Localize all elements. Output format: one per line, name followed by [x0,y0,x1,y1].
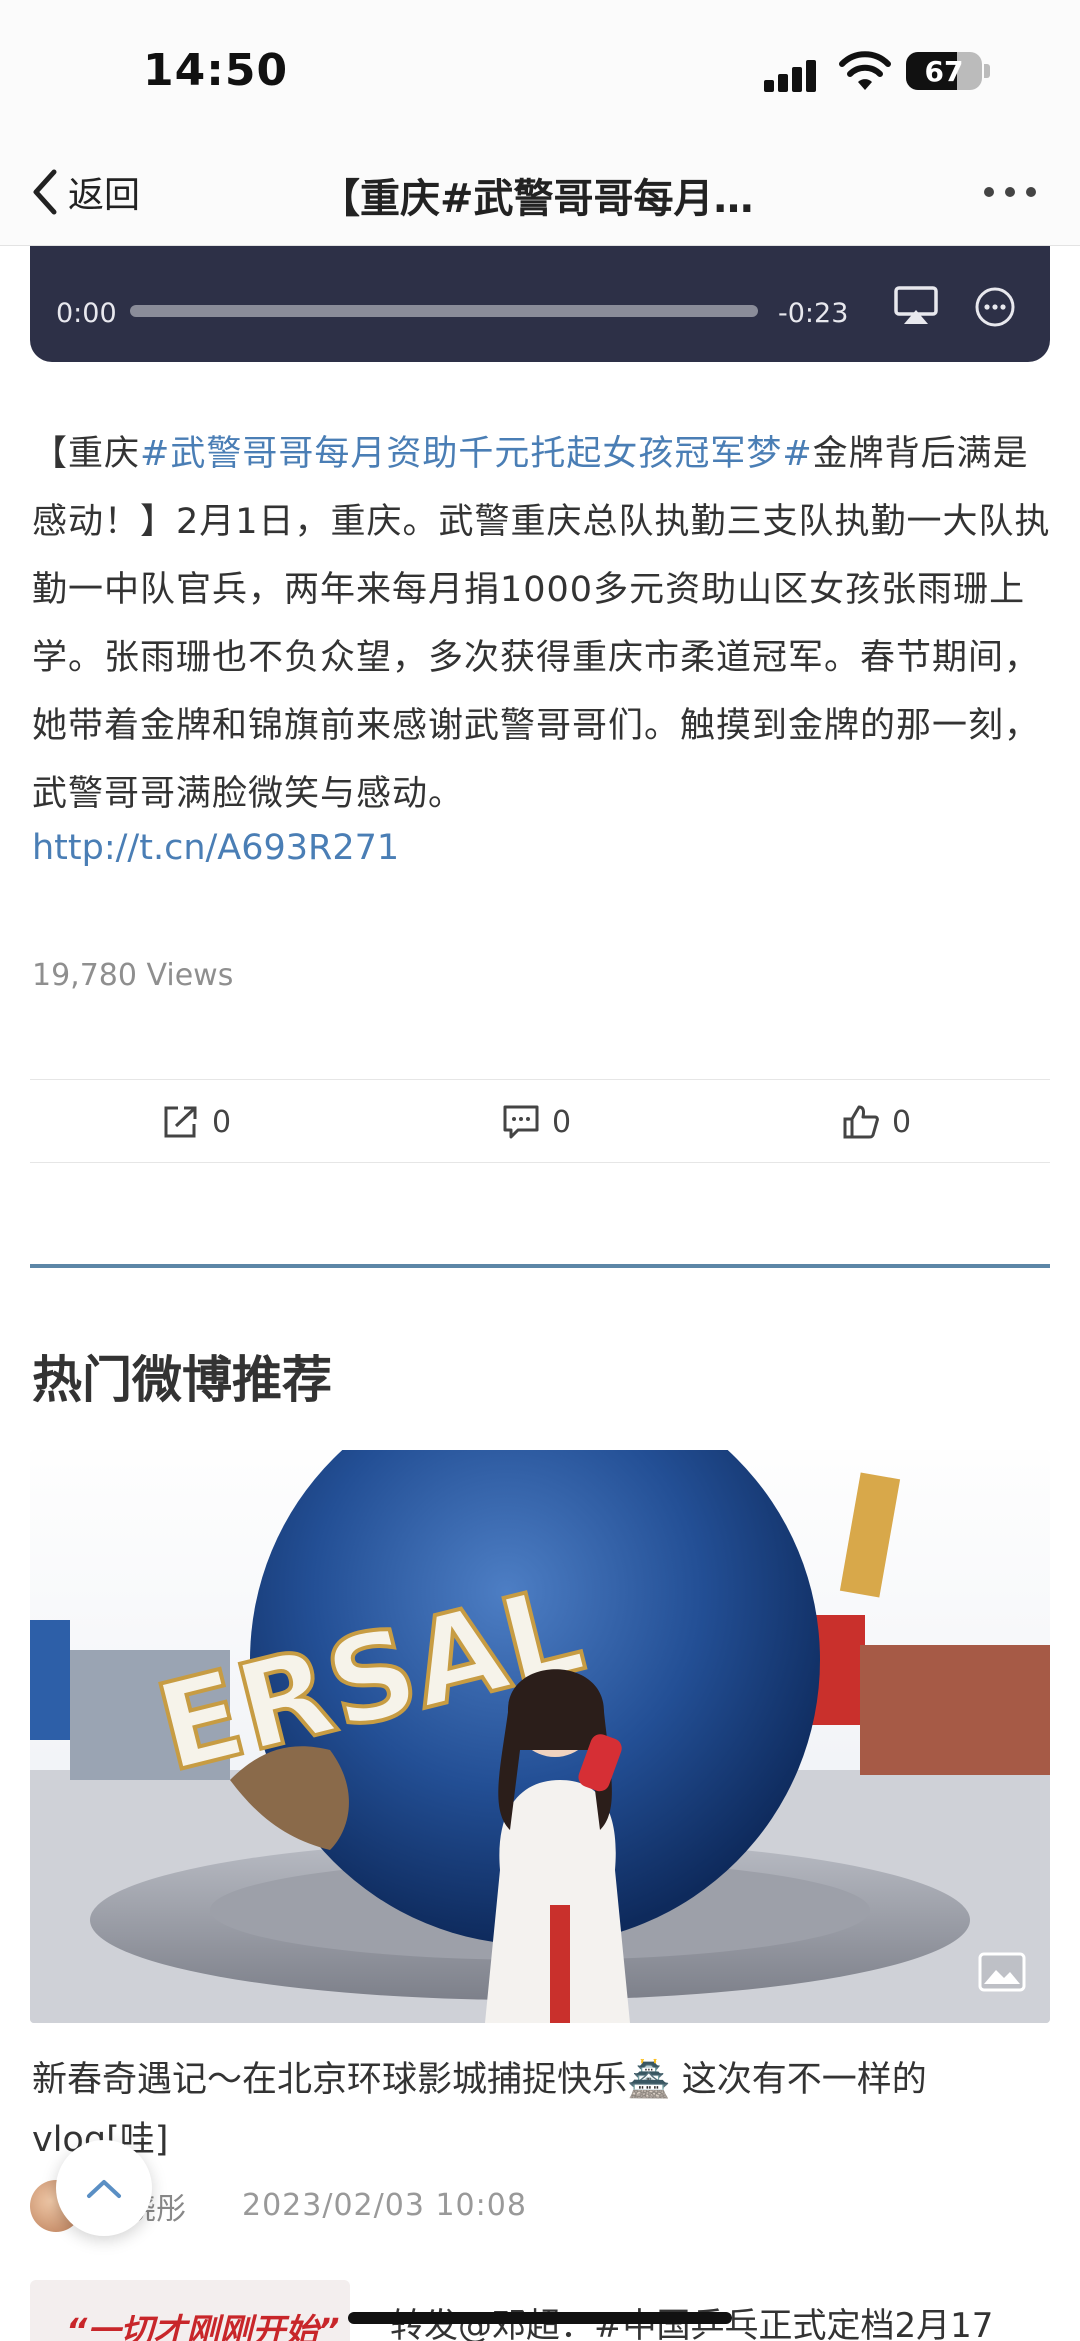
universal-globe-photo: ERSAL [30,1450,1050,2023]
nav-header: 返回 【重庆#武警哥哥每月… [0,140,1080,246]
post-text: 【重庆#武警哥哥每月资助千元托起女孩冠军梦#金牌背后满是感动！】2月1日，重庆。… [32,420,1052,828]
video-remaining-time: -0:23 [778,298,849,329]
more-options-button[interactable] [984,180,1048,204]
comment-count: 0 [552,1104,572,1140]
home-indicator[interactable] [348,2312,732,2324]
wifi-icon [839,51,891,90]
short-url-link[interactable]: http://t.cn/A693R271 [32,828,399,868]
battery-icon: 67 [906,52,982,90]
cellular-signal-icon [764,58,818,92]
share-icon [164,1106,197,1138]
comment-button[interactable]: 0 [502,1100,571,1144]
next-post-thumbnail[interactable]: “一切才刚刚开始” [30,2280,350,2341]
section-title: 热门微博推荐 [32,1351,332,1409]
recommended-post-title[interactable]: 新春奇遇记～在北京环球影城捕捉快乐🏯 这次有不一样的vlog[哇] [32,2050,1032,2170]
recommended-post-image[interactable]: ERSAL [30,1450,1050,2023]
thumbs-up-icon [843,1105,879,1139]
share-count: 0 [212,1104,232,1140]
back-button[interactable]: 返回 [26,162,140,222]
ellipsis-circle-icon[interactable] [974,286,1016,328]
next-thumb-caption: “一切才刚刚开始” [66,2311,340,2341]
post-text-prefix: 【重庆 [32,434,141,474]
like-button[interactable]: 0 [842,1100,911,1144]
video-player-controls[interactable]: 0:00 -0:23 [30,246,1050,362]
dot [1005,187,1015,197]
dot [1026,187,1036,197]
page-title: 【重庆#武警哥哥每月… [320,176,754,222]
post-text-body: 金牌背后满是感动！】2月1日，重庆。武警重庆总队执勤三支队执勤一大队执勤一中队官… [32,434,1051,814]
like-count: 0 [892,1104,912,1140]
view-count: 19,780 Views [32,958,234,993]
status-bar: 14:50 67 [0,0,1080,140]
gallery-icon [978,1952,1026,1992]
comment-icon [503,1105,539,1139]
chevron-left-icon [33,169,57,215]
share-button[interactable]: 0 [162,1100,231,1144]
section-divider [30,1264,1050,1268]
battery-tip [984,64,990,78]
battery-level: 67 [924,54,964,88]
post-timestamp: 2023/02/03 10:08 [242,2188,527,2223]
action-bar: 0 0 0 [30,1079,1050,1163]
dot [984,187,994,197]
scroll-to-top-button[interactable] [56,2140,152,2236]
hashtag-link[interactable]: #武警哥哥每月资助千元托起女孩冠军梦# [140,434,813,474]
video-current-time: 0:00 [56,298,117,329]
back-label: 返回 [68,175,141,216]
chevron-up-icon [87,2180,121,2198]
video-progress-bar[interactable] [130,305,758,317]
airplay-icon[interactable] [894,286,938,326]
status-time: 14:50 [143,45,289,96]
